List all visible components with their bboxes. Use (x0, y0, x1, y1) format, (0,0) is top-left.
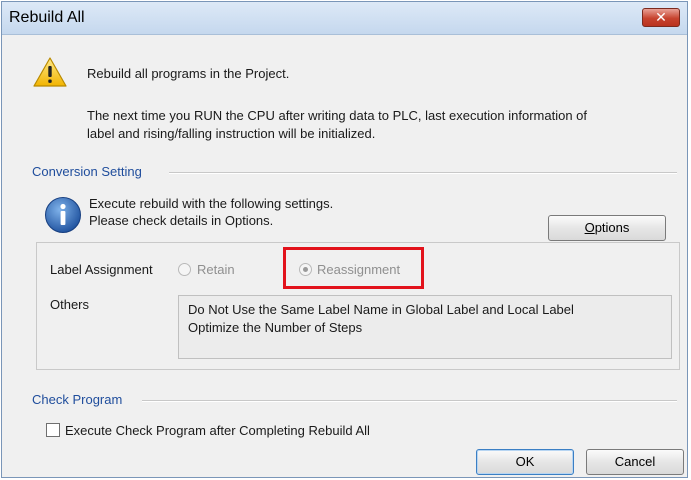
options-button-label: Options (584, 220, 630, 235)
conversion-setting-title: Conversion Setting (32, 164, 142, 179)
info-icon (45, 197, 81, 233)
cancel-button-label: Cancel (614, 454, 656, 469)
ok-button[interactable]: OK (476, 449, 574, 475)
warning-icon (33, 57, 67, 87)
others-textbox: Do Not Use the Same Label Name in Global… (178, 295, 672, 359)
others-label: Others (50, 297, 90, 312)
check-program-divider (142, 400, 677, 402)
cancel-button[interactable]: Cancel (586, 449, 684, 475)
dialog-title: Rebuild All (9, 9, 85, 26)
info-line-2: Please check details in Options. (89, 213, 274, 228)
retain-radio[interactable] (178, 263, 191, 276)
conversion-divider (169, 172, 677, 174)
check-program-title: Check Program (32, 392, 123, 407)
message-line-1: Rebuild all programs in the Project. (87, 66, 290, 81)
execute-check-program-label: Execute Check Program after Completing R… (65, 423, 370, 438)
options-button[interactable]: Options (548, 215, 666, 241)
others-line-2: Optimize the Number of Steps (188, 320, 363, 335)
info-line-1: Execute rebuild with the following setti… (89, 196, 334, 211)
close-icon: ✕ (655, 9, 667, 25)
rebuild-all-dialog: Rebuild All ✕ Rebuild all programs in th… (1, 1, 688, 478)
reassignment-highlight (283, 247, 424, 289)
title-bar[interactable]: Rebuild All ✕ (2, 2, 687, 35)
others-line-1: Do Not Use the Same Label Name in Global… (188, 302, 574, 317)
close-button[interactable]: ✕ (642, 8, 680, 27)
retain-radio-label: Retain (197, 262, 235, 277)
message-line-2: The next time you RUN the CPU after writ… (87, 108, 588, 123)
label-assignment-label: Label Assignment (50, 262, 153, 277)
execute-check-program-checkbox[interactable] (46, 423, 60, 437)
ok-button-label: OK (515, 454, 535, 469)
message-line-3: label and rising/falling instruction wil… (87, 126, 376, 141)
